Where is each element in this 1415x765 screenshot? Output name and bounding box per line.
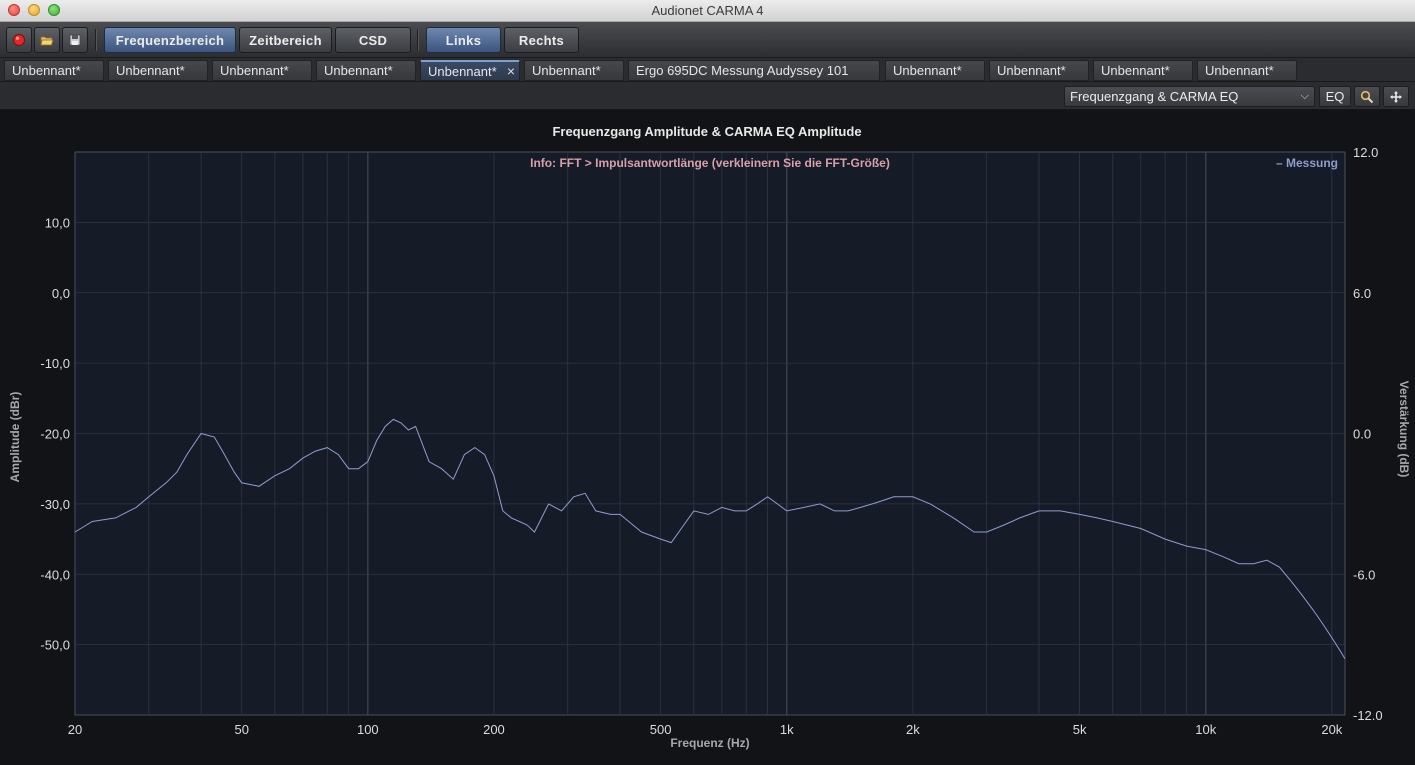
y-axis-label: Amplitude (dBr) <box>8 392 22 483</box>
y-tick-label: -10,0 <box>40 356 70 371</box>
x-tick-label: 500 <box>650 722 672 737</box>
document-tab[interactable]: Unbennant* <box>1093 60 1193 81</box>
save-disk-icon <box>69 34 81 46</box>
tab-label: Unbennant* <box>428 64 497 79</box>
magnifier-icon <box>1360 90 1374 103</box>
tab-frequenzbereich[interactable]: Frequenzbereich <box>104 27 236 53</box>
document-tab[interactable]: Unbennant* <box>989 60 1089 81</box>
document-tab[interactable]: Unbennant* <box>524 60 624 81</box>
chart-title: Frequenzgang Amplitude & CARMA EQ Amplit… <box>552 124 861 139</box>
channel-right-button[interactable]: Rechts <box>504 27 579 53</box>
document-tab[interactable]: Unbennant* <box>1197 60 1297 81</box>
x-axis-ticks: 20 50 100 200 500 1k 2k 5k 10k 20k <box>68 722 1343 737</box>
document-tabs: Unbennant* Unbennant* Unbennant* Unbenna… <box>0 58 1415 82</box>
y-tick-label: -20,0 <box>40 427 70 442</box>
document-tab[interactable]: Unbennant* <box>212 60 312 81</box>
chart-panel: Frequenzgang Amplitude & CARMA EQ Amplit… <box>0 111 1415 765</box>
tab-close-icon[interactable]: × <box>507 62 515 80</box>
document-tab[interactable]: Unbennant* <box>4 60 104 81</box>
y-tick-label: -50,0 <box>40 638 70 653</box>
tab-csd[interactable]: CSD <box>335 27 411 53</box>
y2-tick-label: 6.0 <box>1353 286 1371 301</box>
x-tick-label: 100 <box>357 722 379 737</box>
channel-left-button[interactable]: Links <box>426 27 501 53</box>
y2-tick-label: 0.0 <box>1353 427 1371 442</box>
document-tab[interactable]: Ergo 695DC Messung Audyssey 101 <box>628 60 880 81</box>
document-tab-active[interactable]: Unbennant* × <box>420 60 520 81</box>
y-axis-ticks: 10,0 0,0 -10,0 -20,0 -30,0 -40,0 -50,0 <box>40 215 70 652</box>
x-tick-label: 200 <box>483 722 505 737</box>
document-tab[interactable]: Unbennant* <box>108 60 208 81</box>
view-mode-selected: Frequenzgang & CARMA EQ <box>1070 89 1239 104</box>
frequency-response-chart[interactable]: Frequenzgang Amplitude & CARMA EQ Amplit… <box>0 111 1415 765</box>
move-arrows-icon <box>1390 90 1402 103</box>
eq-button[interactable]: EQ <box>1319 86 1351 107</box>
save-button[interactable] <box>62 27 88 53</box>
open-file-button[interactable] <box>34 27 60 53</box>
y2-tick-label: -6.0 <box>1353 567 1375 582</box>
x-tick-label: 50 <box>234 722 248 737</box>
x-axis-label: Frequenz (Hz) <box>670 736 749 750</box>
y2-tick-label: 12.0 <box>1353 145 1378 160</box>
record-icon <box>13 34 25 46</box>
y-tick-label: -30,0 <box>40 497 70 512</box>
x-tick-label: 10k <box>1195 722 1216 737</box>
view-mode-select[interactable]: Frequenzgang & CARMA EQ ⌵ <box>1064 86 1315 107</box>
main-toolbar: Frequenzbereich Zeitbereich CSD Links Re… <box>0 22 1415 58</box>
toolbar-separator <box>95 29 96 51</box>
x-tick-label: 5k <box>1073 722 1087 737</box>
zoom-button[interactable] <box>1354 86 1380 107</box>
legend-entry-messung: – Messung <box>1276 156 1338 170</box>
carma-app-window: Audionet CARMA 4 Frequenzbereich Zeitber… <box>0 0 1415 765</box>
y-tick-label: 10,0 <box>45 215 70 230</box>
view-controls-bar: Frequenzgang & CARMA EQ ⌵ EQ <box>0 82 1415 110</box>
fft-info-text: Info: FFT > Impulsantwortlänge (verklein… <box>530 156 890 170</box>
document-tab[interactable]: Unbennant* <box>316 60 416 81</box>
document-tab[interactable]: Unbennant* <box>885 60 985 81</box>
y2-tick-label: -12.0 <box>1353 708 1383 723</box>
x-tick-label: 20k <box>1321 722 1342 737</box>
window-title: Audionet CARMA 4 <box>651 3 764 18</box>
x-tick-label: 2k <box>906 722 920 737</box>
y2-axis-ticks: 12.0 6.0 0.0 -6.0 -12.0 <box>1353 145 1383 723</box>
window-titlebar: Audionet CARMA 4 <box>0 0 1415 22</box>
x-tick-label: 20 <box>68 722 82 737</box>
y-tick-label: -40,0 <box>40 567 70 582</box>
folder-open-icon <box>40 36 54 46</box>
toolbar-separator <box>417 29 418 51</box>
chevron-down-icon: ⌵ <box>1300 90 1309 102</box>
record-button[interactable] <box>6 27 32 53</box>
x-tick-label: 1k <box>780 722 794 737</box>
y2-axis-label: Verstärkung (dB) <box>1397 381 1411 478</box>
tab-zeitbereich[interactable]: Zeitbereich <box>239 27 332 53</box>
pan-button[interactable] <box>1383 86 1409 107</box>
y-tick-label: 0,0 <box>52 286 70 301</box>
